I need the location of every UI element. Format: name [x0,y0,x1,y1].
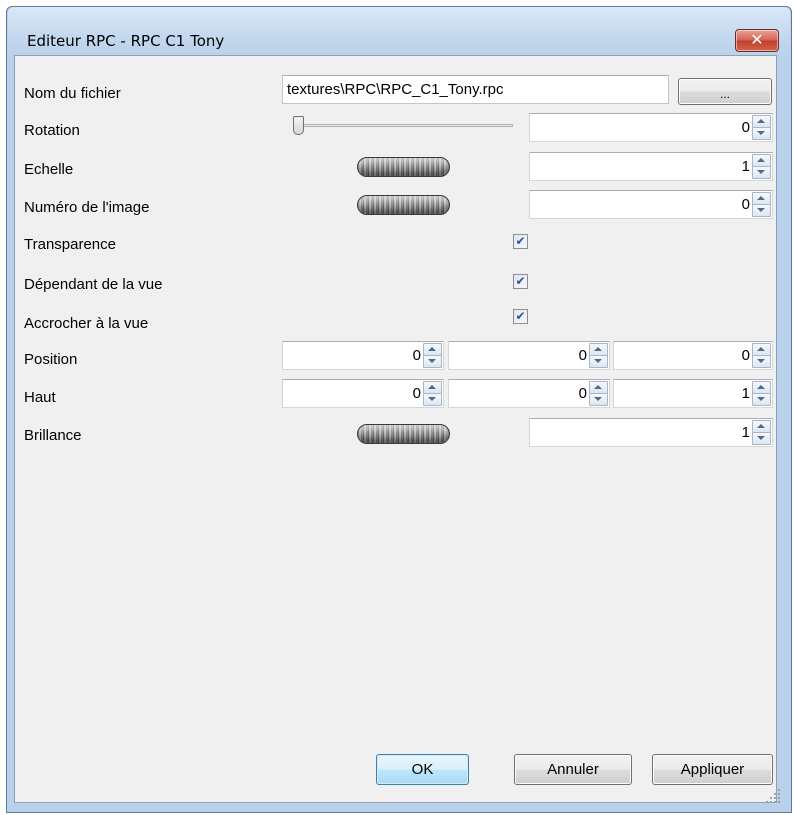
haut-x-value: 0 [412,385,421,402]
position-z-field[interactable]: 0 [613,341,773,370]
ok-button[interactable]: OK [376,754,469,785]
position-z-value: 0 [741,347,750,364]
transparence-label: Transparence [24,236,116,253]
echelle-jog-wheel[interactable] [357,157,450,177]
echelle-label: Echelle [24,161,74,178]
spin-down-icon[interactable] [423,393,442,406]
echelle-spinner[interactable] [752,154,771,179]
haut-x-spinner[interactable] [423,381,442,406]
brillance-spinner[interactable] [752,420,771,445]
image-number-label: Numéro de l'image [24,199,150,216]
close-icon: ✕ [750,30,764,49]
haut-x-field[interactable]: 0 [282,379,444,408]
echelle-field[interactable]: 1 [529,152,773,181]
image-number-field[interactable]: 0 [529,190,773,219]
echelle-value: 1 [741,158,750,175]
haut-z-spinner[interactable] [752,381,771,406]
spin-down-icon[interactable] [589,355,608,368]
window-title: Editeur RPC - RPC C1 Tony [27,32,225,50]
spin-down-icon[interactable] [752,204,771,217]
spin-down-icon[interactable] [752,127,771,140]
position-y-spinner[interactable] [589,343,608,368]
resize-grip-icon[interactable] [766,789,780,803]
image-number-value: 0 [741,196,750,213]
rotation-field[interactable]: 0 [529,113,773,142]
haut-z-value: 1 [741,385,750,402]
haut-y-field[interactable]: 0 [448,379,610,408]
haut-label: Haut [24,389,56,406]
position-label: Position [24,351,78,368]
spin-down-icon[interactable] [752,166,771,179]
filename-label: Nom du fichier [24,85,121,102]
position-x-spinner[interactable] [423,343,442,368]
spin-down-icon[interactable] [423,355,442,368]
rotation-label: Rotation [24,122,80,139]
image-number-jog-wheel[interactable] [357,195,450,215]
position-x-field[interactable]: 0 [282,341,444,370]
haut-z-field[interactable]: 1 [613,379,773,408]
apply-button[interactable]: Appliquer [652,754,773,785]
position-x-value: 0 [412,347,421,364]
brillance-value: 1 [741,424,750,441]
haut-y-spinner[interactable] [589,381,608,406]
brillance-jog-wheel[interactable] [357,424,450,444]
rotation-slider-thumb[interactable] [293,116,304,135]
dependant-label: Dépendant de la vue [24,276,163,293]
position-y-field[interactable]: 0 [448,341,610,370]
position-y-value: 0 [578,347,587,364]
transparence-checkbox[interactable]: ✔ [513,234,528,249]
checkmark-icon: ✔ [515,309,526,323]
spin-down-icon[interactable] [752,432,771,445]
position-z-spinner[interactable] [752,343,771,368]
cancel-button[interactable]: Annuler [514,754,632,785]
brillance-field[interactable]: 1 [529,418,773,447]
rotation-spinner[interactable] [752,115,771,140]
dependant-checkbox[interactable]: ✔ [513,274,528,289]
filename-input[interactable]: textures\RPC\RPC_C1_Tony.rpc [282,75,669,104]
spin-down-icon[interactable] [752,355,771,368]
browse-button[interactable]: ... [678,78,772,105]
brillance-label: Brillance [24,427,82,444]
checkmark-icon: ✔ [515,234,526,248]
spin-down-icon[interactable] [589,393,608,406]
accrocher-checkbox[interactable]: ✔ [513,309,528,324]
rotation-value: 0 [741,119,750,136]
haut-y-value: 0 [578,385,587,402]
close-button[interactable]: ✕ [735,29,779,52]
spin-down-icon[interactable] [752,393,771,406]
accrocher-label: Accrocher à la vue [24,315,149,332]
rotation-slider-track[interactable] [295,124,513,127]
image-number-spinner[interactable] [752,192,771,217]
checkmark-icon: ✔ [515,274,526,288]
